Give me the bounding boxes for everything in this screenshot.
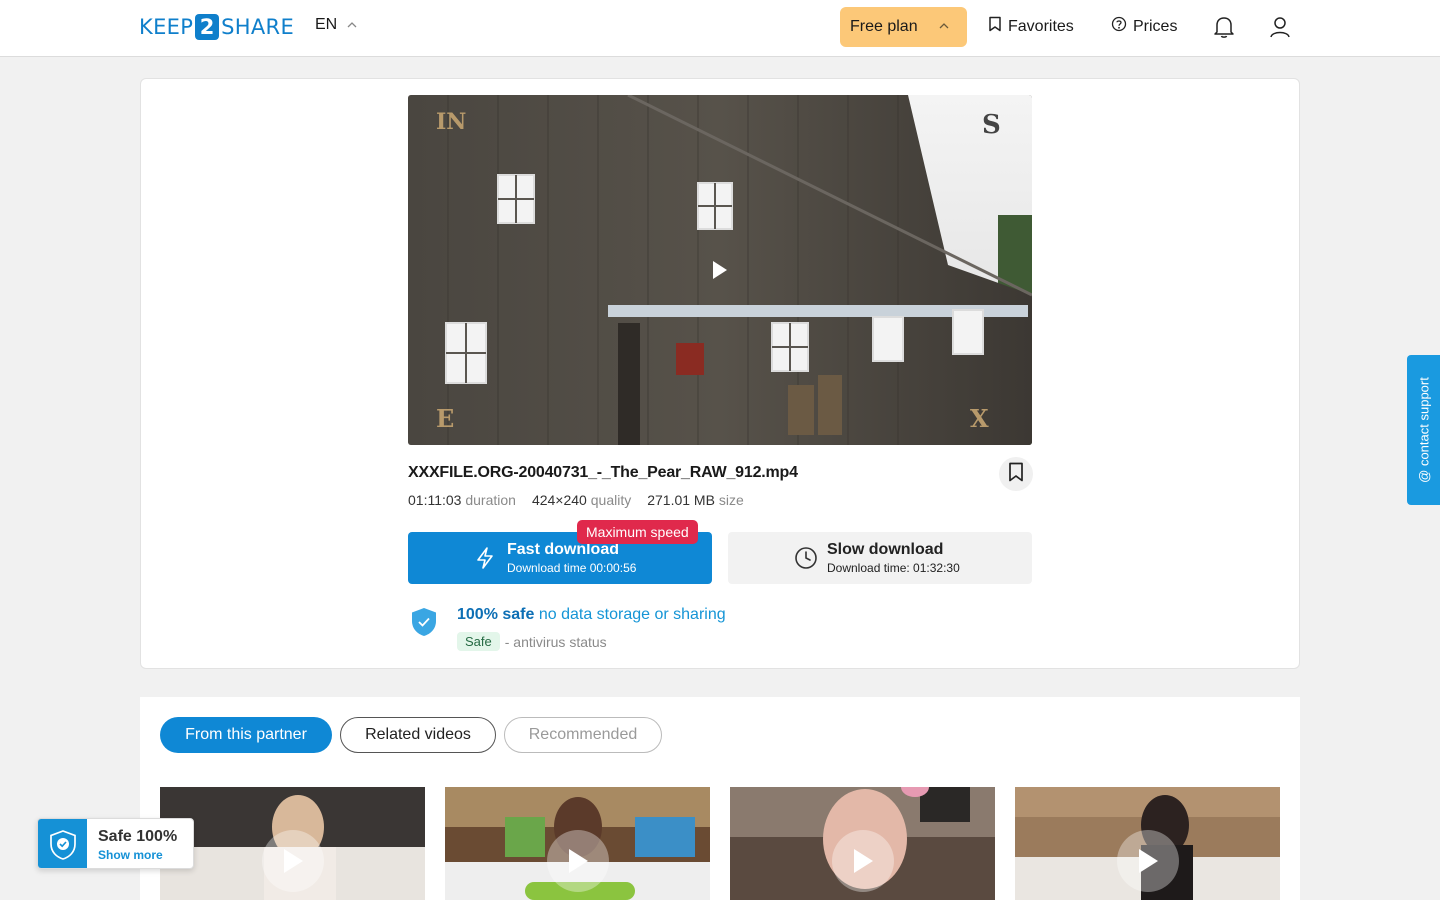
duration-value: 01:11:03: [408, 492, 462, 508]
antivirus-status-text: - antivirus status: [504, 633, 607, 650]
svg-text:X: X: [970, 404, 989, 433]
antivirus-status: Safe - antivirus status: [457, 632, 607, 651]
slow-download-time: Download time: 01:32:30: [827, 560, 960, 575]
safe-popup[interactable]: Safe 100% Show more: [37, 818, 194, 869]
file-name: XXXFILE.ORG-20040731_-_The_Pear_RAW_912.…: [408, 464, 798, 481]
add-to-favorites-button[interactable]: [999, 457, 1033, 491]
keep2share-logo[interactable]: KEEP 2 SHARE: [139, 13, 294, 41]
contact-support-label: @ contact support: [1416, 377, 1431, 483]
duration-label: duration: [465, 492, 516, 508]
fast-download-time: Download time 00:00:56: [507, 560, 637, 575]
play-icon: [547, 830, 609, 892]
fast-download-text: Fast download Download time 00:00:56: [507, 541, 636, 576]
tab-from-this-partner[interactable]: From this partner: [160, 717, 332, 753]
svg-text:IN: IN: [436, 109, 466, 135]
clock-icon: [794, 546, 818, 575]
user-icon[interactable]: [1267, 14, 1293, 40]
slow-download-text: Slow download Download time: 01:32:30: [827, 541, 960, 576]
help-circle-icon: [1111, 16, 1127, 37]
video-thumbnail[interactable]: [730, 787, 995, 900]
safety-headline: 100% safe no data storage or sharing: [457, 606, 726, 624]
plan-label: Free plan: [850, 18, 918, 35]
file-meta: 01:11:03 duration 424×240 quality 271.01…: [408, 492, 744, 508]
video-thumbnail[interactable]: [445, 787, 710, 900]
video-preview[interactable]: IN S E X: [408, 95, 1032, 445]
language-selector[interactable]: EN: [315, 16, 357, 34]
video-thumbnail[interactable]: [1015, 787, 1280, 900]
play-icon: [262, 830, 324, 892]
contact-support-tab[interactable]: @ contact support: [1407, 355, 1440, 505]
quality-label: quality: [590, 492, 632, 508]
free-plan-button[interactable]: Free plan: [840, 7, 967, 47]
tab-recommended[interactable]: Recommended: [504, 717, 662, 753]
quality-value: 424×240: [531, 492, 587, 508]
prices-label: Prices: [1133, 17, 1178, 35]
chevron-up-icon: [939, 21, 949, 32]
maximum-speed-badge: Maximum speed: [577, 520, 698, 544]
logo-text-right: SHARE: [221, 15, 295, 39]
safety-headline-bold: 100% safe: [457, 606, 535, 623]
meta-size: 271.01 MB size: [647, 492, 744, 508]
slow-download-button[interactable]: Slow download Download time: 01:32:30: [728, 532, 1032, 584]
play-icon: [1117, 830, 1179, 892]
top-header: KEEP 2 SHARE EN Free plan Favorites Pric…: [0, 0, 1440, 57]
lightning-icon: [474, 546, 496, 575]
video-thumbnail[interactable]: [160, 787, 425, 900]
size-value: 271.01 MB: [647, 492, 715, 508]
slow-download-title: Slow download: [827, 540, 944, 558]
bell-icon[interactable]: [1211, 14, 1237, 40]
play-icon: [832, 830, 894, 892]
status-badge: Safe: [457, 632, 500, 651]
svg-text:S: S: [982, 110, 1001, 140]
bookmark-icon: [988, 16, 1002, 37]
safety-headline-rest: no data storage or sharing: [538, 606, 726, 623]
chevron-up-icon: [347, 20, 357, 31]
language-label: EN: [315, 16, 338, 33]
shield-check-icon: [410, 606, 438, 643]
logo-text-left: KEEP: [139, 15, 194, 39]
meta-quality: 424×240 quality: [532, 492, 631, 508]
favorites-label: Favorites: [1008, 17, 1074, 35]
show-more-link[interactable]: Show more: [98, 848, 163, 862]
favorites-link[interactable]: Favorites: [988, 16, 1074, 37]
safe-popup-title: Safe 100%: [98, 828, 178, 845]
logo-text-mid: 2: [195, 14, 220, 40]
shield-icon: [38, 819, 87, 868]
meta-duration: 01:11:03 duration: [408, 492, 516, 508]
bookmark-icon: [1008, 462, 1024, 487]
tab-related-videos[interactable]: Related videos: [340, 717, 496, 753]
play-icon[interactable]: [710, 258, 730, 287]
size-label: size: [718, 492, 744, 508]
svg-text:E: E: [436, 404, 454, 433]
prices-link[interactable]: Prices: [1111, 16, 1177, 37]
